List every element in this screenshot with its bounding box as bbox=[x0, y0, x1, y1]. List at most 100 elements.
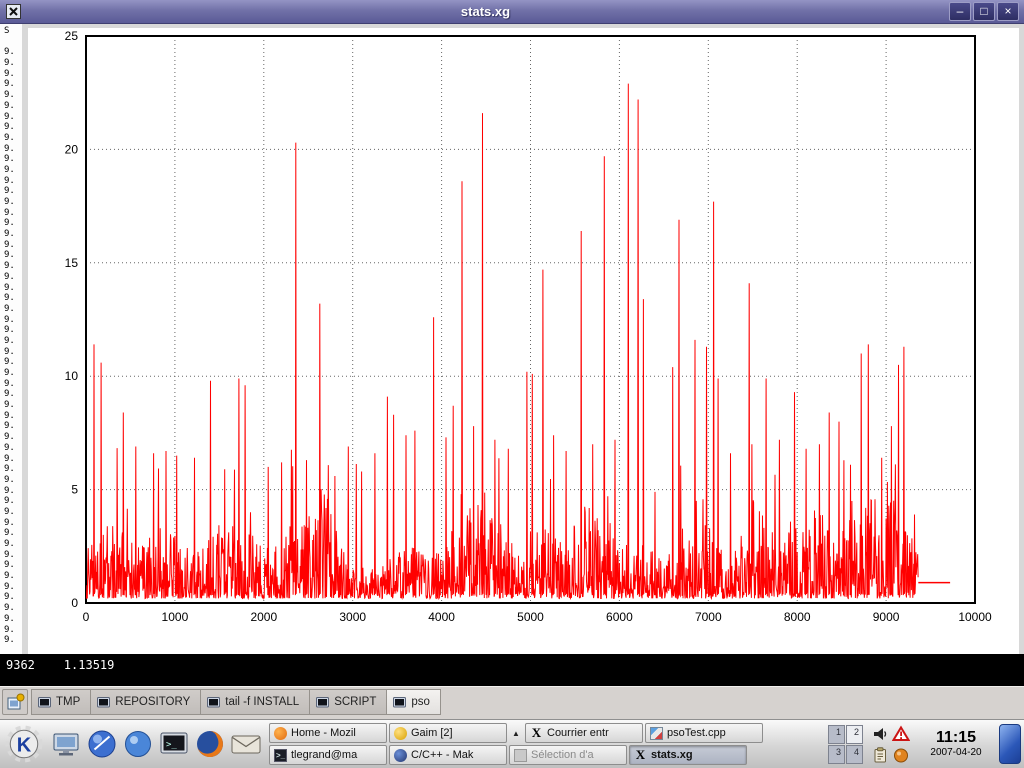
konsole-session-icon bbox=[316, 696, 329, 709]
clock-time: 11:15 bbox=[916, 729, 996, 747]
terminal-text-line: 9. bbox=[4, 464, 22, 475]
terminal-text-line: 9. bbox=[4, 528, 22, 539]
launcher-konqueror[interactable] bbox=[84, 724, 120, 764]
pager-desktop-4[interactable]: 4 bbox=[846, 745, 863, 764]
taskbar-button-stats-xg[interactable]: Xstats.xg bbox=[629, 745, 747, 765]
terminal-text-line: 9. bbox=[4, 400, 22, 411]
konsole-icon: >_ bbox=[274, 749, 287, 762]
svg-text:8000: 8000 bbox=[784, 610, 811, 624]
x-app-icon: X bbox=[530, 727, 543, 740]
svg-text:20: 20 bbox=[65, 142, 79, 156]
terminal-text-line: 9. bbox=[4, 443, 22, 454]
taskbar-button-c-c-mak[interactable]: C/C++ - Mak bbox=[389, 745, 507, 765]
taskbar-button-s-lection-d-a[interactable]: Sélection d'a bbox=[509, 745, 627, 765]
new-session-button[interactable] bbox=[2, 689, 28, 715]
terminal-text-line: 9. bbox=[4, 133, 22, 144]
terminal-text-line: 9. bbox=[4, 154, 22, 165]
xgraph-plot: 0510152025010002000300040005000600070008… bbox=[28, 28, 1019, 656]
terminal-text-line: 9. bbox=[4, 357, 22, 368]
window-menu-icon[interactable] bbox=[5, 3, 22, 20]
konqueror-icon bbox=[85, 727, 119, 761]
task-label: Gaim [2] bbox=[411, 727, 453, 739]
terminal-text-line: 9. bbox=[4, 625, 22, 636]
terminal-text-line: 9. bbox=[4, 454, 22, 465]
launcher-firefox[interactable] bbox=[192, 724, 228, 764]
task-label: Sélection d'a bbox=[531, 749, 594, 761]
taskbar-scroll-arrow[interactable]: ▲ bbox=[509, 723, 523, 743]
tab-tail-f-install[interactable]: tail -f INSTALL bbox=[201, 689, 310, 715]
taskbar-button-psotest-cpp[interactable]: psoTest.cpp bbox=[645, 723, 763, 743]
terminal-text-line: 9. bbox=[4, 614, 22, 625]
konsole-session-icon bbox=[393, 696, 406, 709]
tab-label: pso bbox=[411, 696, 430, 708]
maximize-button[interactable]: □ bbox=[973, 2, 995, 21]
generic-icon bbox=[514, 749, 527, 762]
svg-text:10000: 10000 bbox=[958, 610, 992, 624]
tab-repository[interactable]: REPOSITORY bbox=[91, 689, 201, 715]
tab-label: REPOSITORY bbox=[115, 696, 190, 708]
terminal-text-line: S bbox=[4, 26, 22, 37]
minimize-button[interactable]: – bbox=[949, 2, 971, 21]
launcher-show-desktop[interactable] bbox=[48, 724, 84, 764]
desktop-pager: 1234 bbox=[828, 725, 863, 764]
tab-label: TMP bbox=[56, 696, 80, 708]
svg-text:5000: 5000 bbox=[517, 610, 544, 624]
pager-desktop-1[interactable]: 1 bbox=[828, 725, 845, 744]
terminal-text-line: 9. bbox=[4, 389, 22, 400]
svg-text:1000: 1000 bbox=[162, 610, 189, 624]
terminal-text-line: 9. bbox=[4, 101, 22, 112]
terminal-text-line: 9. bbox=[4, 603, 22, 614]
terminal-text-line: 9. bbox=[4, 283, 22, 294]
launcher-kde-app[interactable] bbox=[120, 724, 156, 764]
taskbar-button-home-mozil[interactable]: Home - Mozil bbox=[269, 723, 387, 743]
terminal-text-line: 9. bbox=[4, 176, 22, 187]
terminal-text-line: 9. bbox=[4, 90, 22, 101]
svg-text:25: 25 bbox=[65, 29, 79, 43]
terminal-text-line: 9. bbox=[4, 635, 22, 646]
terminal-text-line: 9. bbox=[4, 411, 22, 422]
svg-text:2000: 2000 bbox=[250, 610, 277, 624]
kde-logo-icon: K bbox=[5, 725, 43, 763]
tab-pso[interactable]: pso bbox=[387, 689, 441, 715]
volume-icon[interactable] bbox=[870, 724, 890, 744]
terminal-text-line: 9. bbox=[4, 47, 22, 58]
svg-text:9000: 9000 bbox=[873, 610, 900, 624]
terminal-text-line: 9. bbox=[4, 325, 22, 336]
clock-date: 2007-04-20 bbox=[916, 747, 996, 759]
pager-desktop-3[interactable]: 3 bbox=[828, 745, 845, 764]
terminal-text-line: 9. bbox=[4, 347, 22, 358]
terminal-text-line: 9. bbox=[4, 218, 22, 229]
terminal-text-line: 9. bbox=[4, 79, 22, 90]
kmenu-button[interactable]: K bbox=[3, 724, 45, 764]
launcher-kmail[interactable] bbox=[228, 724, 264, 764]
background-terminal-edge: S9.9.9.9.9.9.9.9.9.9.9.9.9.9.9.9.9.9.9.9… bbox=[0, 24, 22, 654]
show-desktop-icon bbox=[49, 727, 83, 761]
taskbar-button-gaim-2[interactable]: Gaim [2] bbox=[389, 723, 507, 743]
svg-text:5: 5 bbox=[71, 483, 78, 497]
klipper-icon[interactable] bbox=[870, 745, 890, 765]
terminal-text-line: 9. bbox=[4, 272, 22, 283]
taskbar-button-tlegrand-ma[interactable]: >_ tlegrand@ma bbox=[269, 745, 387, 765]
desktop: stats.xg – □ × S9.9.9.9.9.9.9.9.9.9.9.9.… bbox=[0, 0, 1024, 768]
taskbar-button-courrier-entr[interactable]: XCourrier entr bbox=[525, 723, 643, 743]
svg-text:6000: 6000 bbox=[606, 610, 633, 624]
window-titlebar[interactable]: stats.xg – □ × bbox=[0, 0, 1024, 24]
kate-icon bbox=[650, 727, 663, 740]
task-label: tlegrand@ma bbox=[291, 749, 357, 761]
close-button[interactable]: × bbox=[997, 2, 1019, 21]
firefox-icon bbox=[193, 727, 227, 761]
clock[interactable]: 11:15 2007-04-20 bbox=[916, 729, 996, 759]
tab-script[interactable]: SCRIPT bbox=[310, 689, 387, 715]
terminal-status-line: 9362 1.13519 bbox=[0, 654, 1024, 686]
launcher-konsole[interactable]: >_ bbox=[156, 724, 192, 764]
media-icon[interactable] bbox=[891, 745, 911, 765]
gaim-icon bbox=[394, 727, 407, 740]
terminal-text-line: 9. bbox=[4, 208, 22, 219]
kalarm-icon[interactable] bbox=[891, 724, 911, 744]
terminal-text-line: 9. bbox=[4, 486, 22, 497]
terminal-text-line: 9. bbox=[4, 336, 22, 347]
tab-tmp[interactable]: TMP bbox=[31, 689, 91, 715]
task-label: Home - Mozil bbox=[291, 727, 356, 739]
panel-hide-button[interactable] bbox=[999, 724, 1021, 764]
pager-desktop-2[interactable]: 2 bbox=[846, 725, 863, 744]
